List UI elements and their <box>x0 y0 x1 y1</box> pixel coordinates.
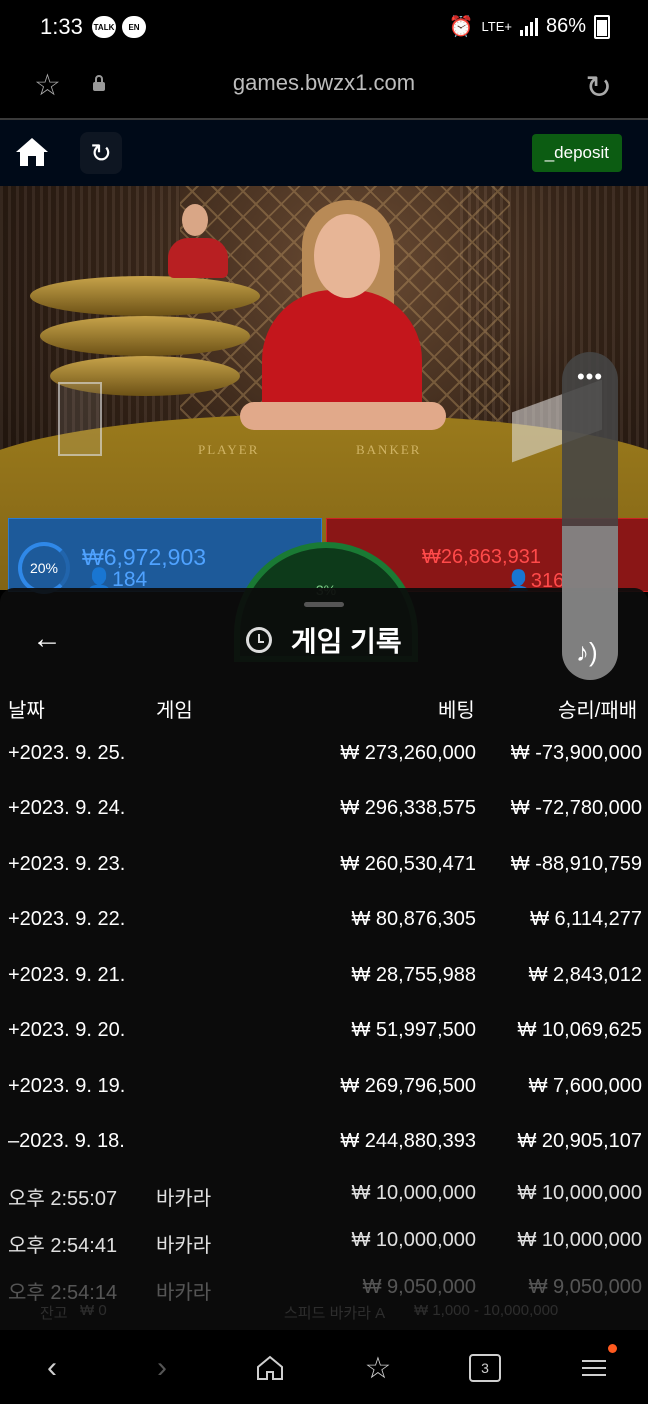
home-icon[interactable] <box>14 136 50 168</box>
status-bar: 1:33 TALK EN ⏰ LTE+ 86% <box>0 0 648 56</box>
background-dealer-body <box>168 238 228 278</box>
row-result: ₩ 2,843,012 <box>528 964 642 986</box>
volume-slider[interactable]: ••• ♪) <box>562 352 618 680</box>
round-result: ₩ 9,050,000 <box>528 1276 642 1298</box>
history-row[interactable]: +2023. 9. 24. ₩ 296,338,575 ₩ -72,780,00… <box>0 797 648 837</box>
battery-icon <box>594 14 610 39</box>
more-options-icon[interactable]: ••• <box>562 364 618 390</box>
stage-tier <box>40 316 250 356</box>
alarm-icon: ⏰ <box>448 16 474 38</box>
row-result: ₩ 6,114,277 <box>530 908 642 930</box>
row-bet: ₩ 296,338,575 <box>340 797 476 819</box>
round-bet: ₩ 9,050,000 <box>362 1276 476 1298</box>
round-time: 오후 2:54:14 <box>8 1282 118 1304</box>
history-row[interactable]: +2023. 9. 22. ₩ 80,876,305 ₩ 6,114,277 <box>0 908 648 948</box>
history-row[interactable]: +2023. 9. 25. ₩ 273,260,000 ₩ -73,900,00… <box>0 742 648 782</box>
row-bet: ₩ 260,530,471 <box>340 853 476 875</box>
row-date: +2023. 9. 23. <box>8 853 126 875</box>
home-nav-icon[interactable] <box>250 1348 290 1388</box>
notification-icons: TALK EN <box>92 16 146 38</box>
player-percent: 20% <box>18 542 70 594</box>
network-type: LTE+ <box>481 19 512 34</box>
panel-title: 게임 기록 <box>0 620 648 660</box>
row-result: ₩ -73,900,000 <box>510 742 642 764</box>
dealer-arms <box>240 402 446 430</box>
round-game: 바카라 <box>156 1282 212 1304</box>
history-row-expanded[interactable]: –2023. 9. 18. ₩ 244,880,393 ₩ 20,905,107 <box>0 1130 648 1170</box>
row-bet: ₩ 80,876,305 <box>351 908 476 930</box>
banker-table-label: BANKER <box>356 442 422 457</box>
row-date: –2023. 9. 18. <box>8 1130 125 1152</box>
row-result: ₩ -88,910,759 <box>510 853 642 875</box>
column-game: 게임 <box>156 700 193 722</box>
row-result: ₩ 20,905,107 <box>517 1130 642 1152</box>
column-win-loss: 승리/패배 <box>558 700 638 722</box>
stage-tier <box>30 276 260 316</box>
row-result: ₩ 10,069,625 <box>517 1019 642 1041</box>
round-result: ₩ 10,000,000 <box>517 1229 642 1251</box>
row-date: +2023. 9. 24. <box>8 797 126 819</box>
signal-icon <box>519 17 538 36</box>
history-icon <box>246 627 273 653</box>
banker-amount: ₩26,863,931 <box>422 546 541 568</box>
refresh-button[interactable]: ↻ <box>80 132 122 174</box>
card-shoe <box>58 382 102 456</box>
kakaotalk-icon: TALK <box>92 16 116 38</box>
row-date: +2023. 9. 20. <box>8 1019 126 1041</box>
column-date: 날짜 <box>8 700 45 722</box>
tab-count: 3 <box>469 1354 501 1382</box>
row-date: +2023. 9. 19. <box>8 1075 126 1097</box>
row-result: ₩ -72,780,000 <box>510 797 642 819</box>
row-date: +2023. 9. 22. <box>8 908 126 930</box>
game-round-row[interactable]: 오후 2:54:41 바카라 ₩ 10,000,000 ₩ 10,000,000 <box>0 1229 648 1269</box>
history-row[interactable]: +2023. 9. 19. ₩ 269,796,500 ₩ 7,600,000 <box>0 1075 648 1115</box>
forward-icon[interactable]: › <box>142 1348 182 1388</box>
round-game: 바카라 <box>156 1235 212 1257</box>
background-dealer <box>182 204 208 236</box>
history-row[interactable]: +2023. 9. 21. ₩ 28,755,988 ₩ 2,843,012 <box>0 964 648 1004</box>
player-table-label: PLAYER <box>198 442 260 457</box>
round-time: 오후 2:54:41 <box>8 1235 118 1257</box>
row-bet: ₩ 51,997,500 <box>351 1019 476 1041</box>
history-row[interactable]: +2023. 9. 23. ₩ 260,530,471 ₩ -88,910,75… <box>0 853 648 893</box>
drag-handle[interactable] <box>304 602 344 607</box>
row-result: ₩ 7,600,000 <box>528 1075 642 1097</box>
en-shield-icon: EN <box>122 16 146 38</box>
reload-icon[interactable]: ↻ <box>585 68 612 106</box>
row-date: +2023. 9. 25. <box>8 742 126 764</box>
player-amount: ₩6,972,903 <box>82 544 207 570</box>
tabs-button[interactable]: 3 <box>465 1348 505 1388</box>
browser-url-bar: ☆ games.bwzx1.com ↻ <box>0 56 648 120</box>
round-result: ₩ 10,000,000 <box>517 1182 642 1204</box>
menu-icon[interactable] <box>574 1348 614 1388</box>
game-round-row[interactable]: 오후 2:54:14 바카라 ₩ 9,050,000 ₩ 9,050,000 <box>0 1276 648 1316</box>
round-time: 오후 2:55:07 <box>8 1188 118 1210</box>
status-right: ⏰ LTE+ 86% <box>449 14 610 39</box>
round-bet: ₩ 10,000,000 <box>351 1182 476 1204</box>
history-row[interactable]: +2023. 9. 20. ₩ 51,997,500 ₩ 10,069,625 <box>0 1019 648 1059</box>
refresh-icon: ↻ <box>90 137 112 168</box>
round-game: 바카라 <box>156 1188 212 1210</box>
site-header: ↻ _deposit <box>0 120 648 186</box>
clock-time: 1:33 <box>40 14 83 39</box>
battery-percent: 86% <box>545 15 586 37</box>
deposit-button[interactable]: _deposit <box>531 134 622 172</box>
menu-notification-dot <box>608 1344 617 1353</box>
back-icon[interactable]: ‹ <box>32 1348 72 1388</box>
browser-nav-bar: ‹ › ☆ 3 <box>0 1330 648 1404</box>
column-bet: 베팅 <box>438 700 475 722</box>
dealer-face <box>314 214 380 298</box>
game-round-row[interactable]: 오후 2:55:07 바카라 ₩ 10,000,000 ₩ 10,000,000 <box>0 1182 648 1222</box>
row-bet: ₩ 269,796,500 <box>340 1075 476 1097</box>
row-bet: ₩ 244,880,393 <box>340 1130 476 1152</box>
row-bet: ₩ 28,755,988 <box>351 964 476 986</box>
music-note-icon: ♪) <box>576 637 598 667</box>
round-bet: ₩ 10,000,000 <box>351 1229 476 1251</box>
bookmarks-icon[interactable]: ☆ <box>358 1348 398 1388</box>
row-bet: ₩ 273,260,000 <box>340 742 476 764</box>
url-text[interactable]: games.bwzx1.com <box>0 70 648 96</box>
row-date: +2023. 9. 21. <box>8 964 126 986</box>
panel-title-text: 게임 기록 <box>290 626 402 657</box>
